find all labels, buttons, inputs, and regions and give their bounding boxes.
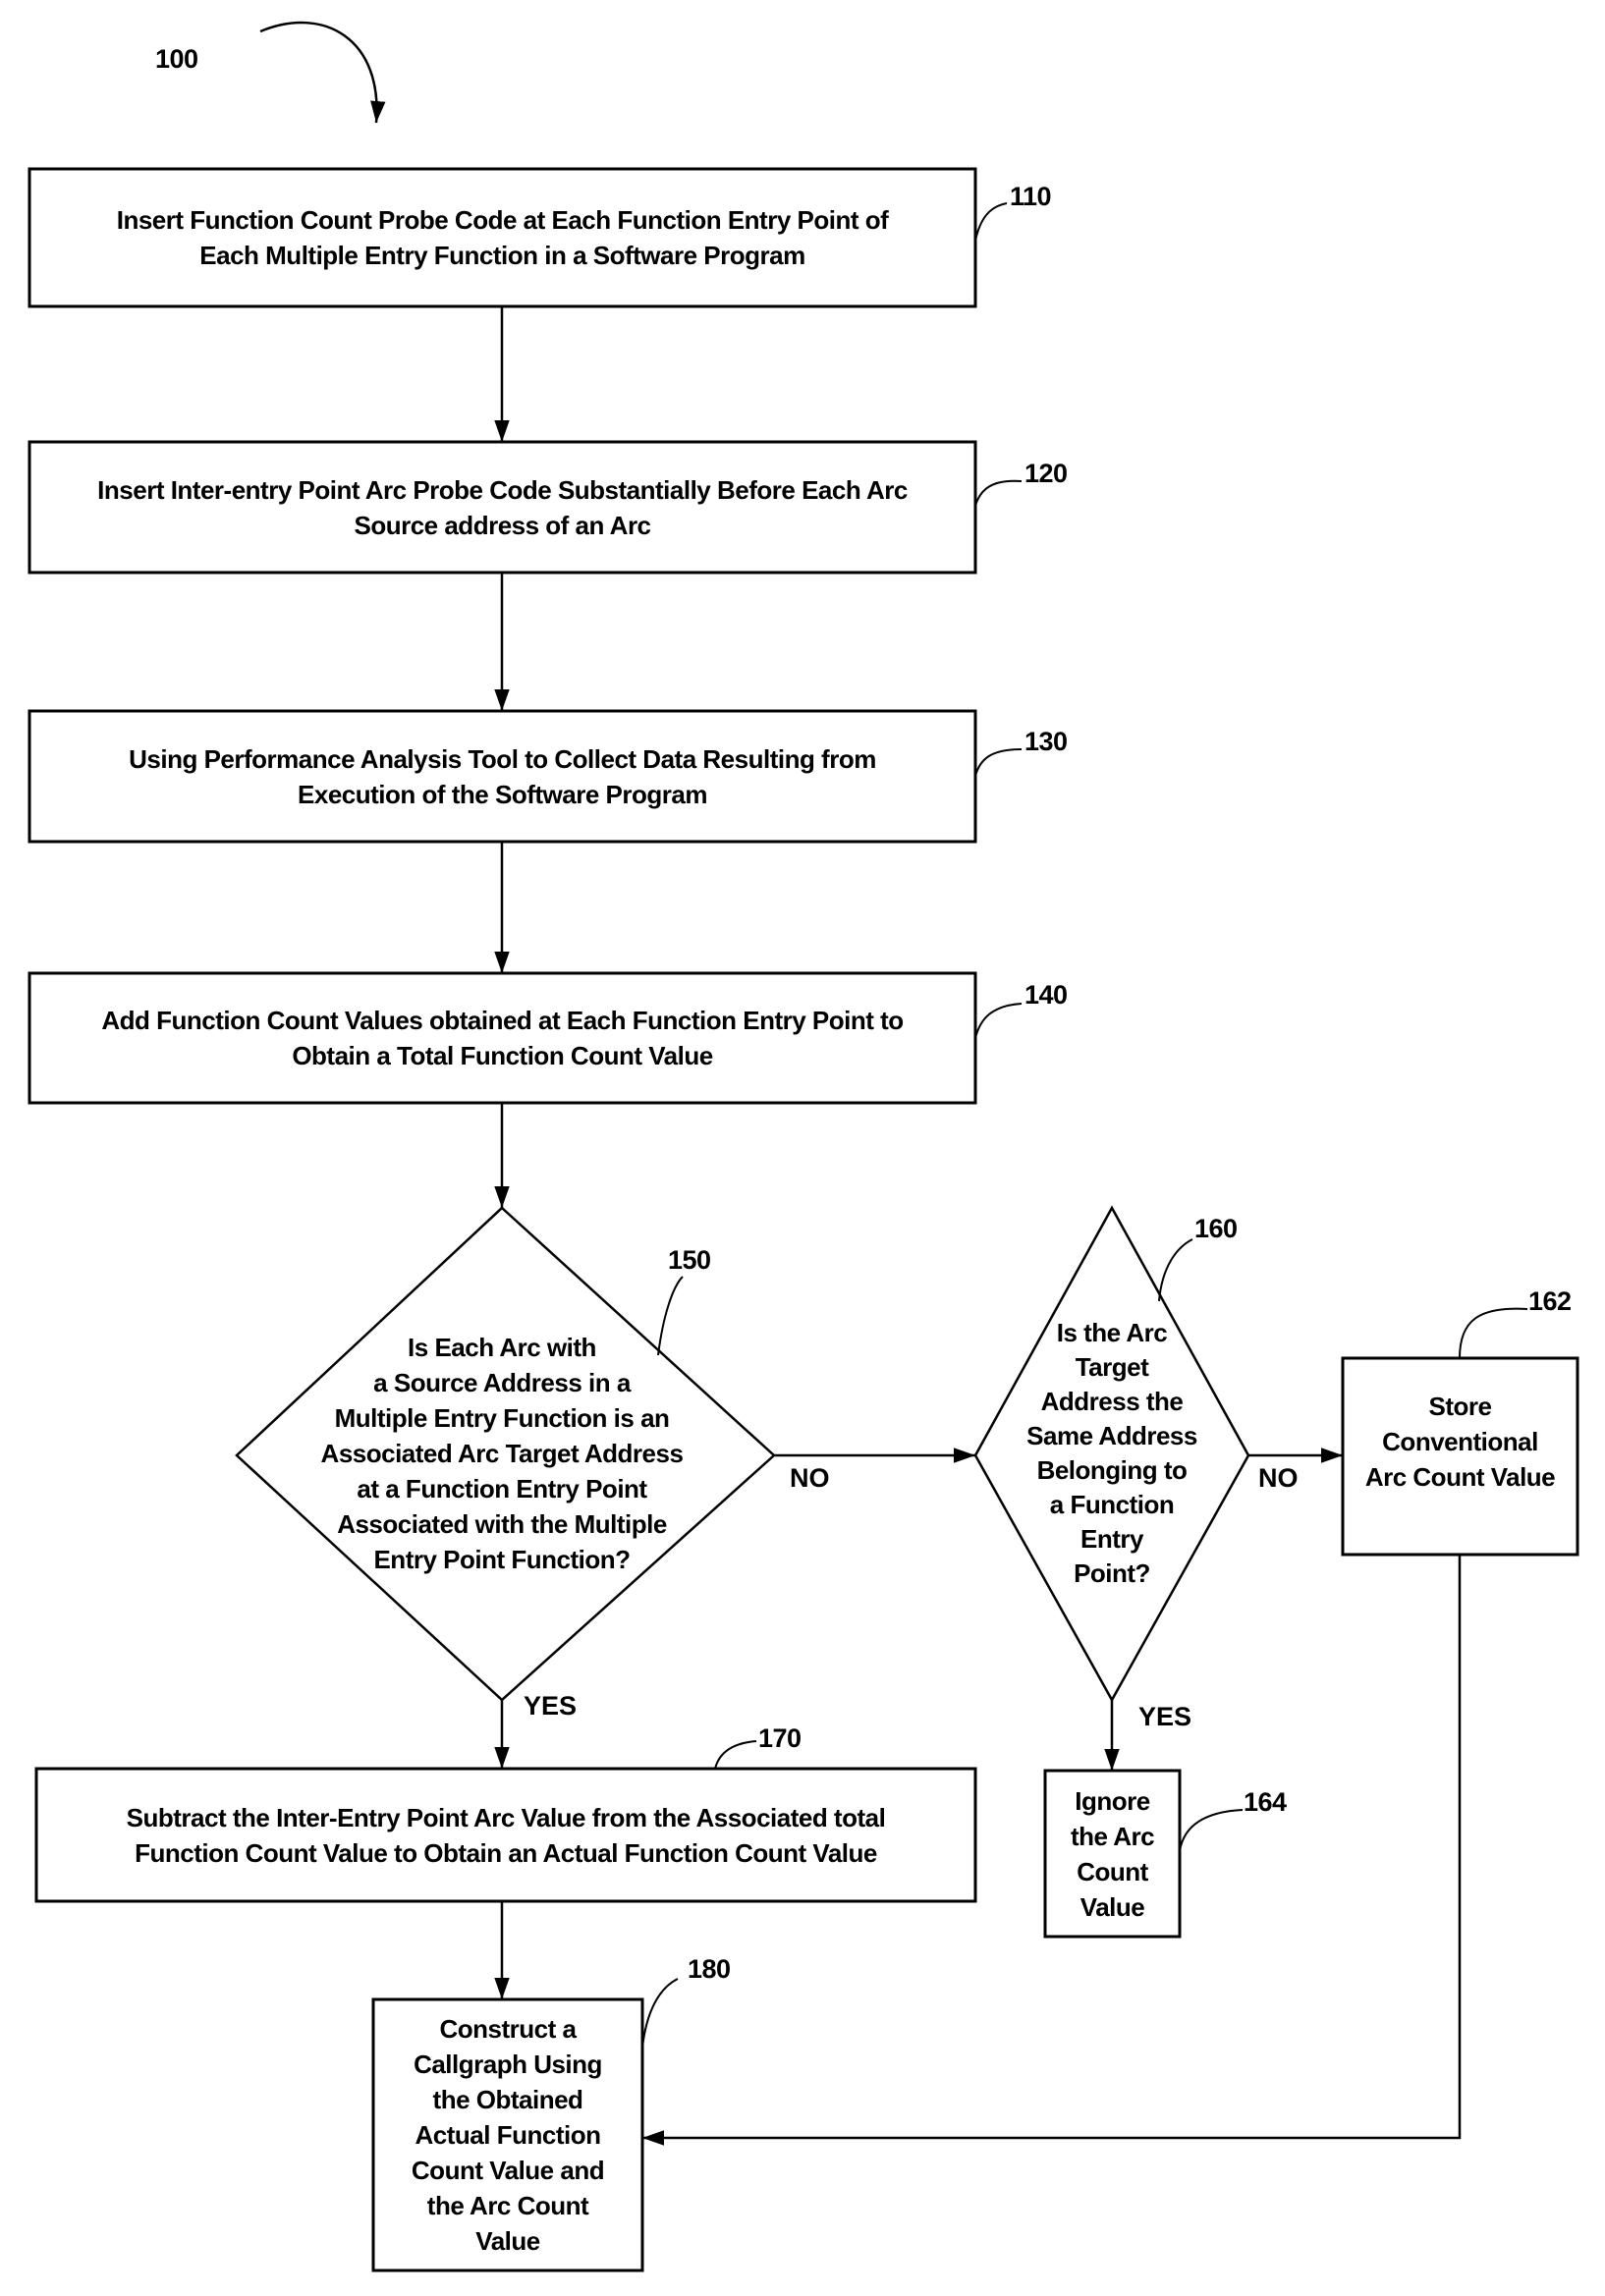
ref-162: 162 [1528, 1286, 1572, 1316]
ref-160: 160 [1194, 1214, 1238, 1243]
ref-150: 150 [668, 1245, 711, 1275]
figure-ref-label: 100 [155, 44, 198, 74]
ref-130: 130 [1024, 727, 1068, 756]
branch-150-no-label: NO [790, 1463, 830, 1493]
leader-164 [1179, 1809, 1244, 1852]
branch-160-no-label: NO [1258, 1463, 1299, 1493]
ref-140: 140 [1024, 980, 1068, 1010]
step-180-text: Construct a Callgraph Using the Obtained… [411, 2014, 605, 2256]
leader-162 [1459, 1307, 1528, 1359]
branch-150-yes-label: YES [524, 1691, 578, 1721]
leader-160 [1158, 1238, 1193, 1302]
ref-120: 120 [1024, 459, 1068, 488]
step-162-text: Store Conventional Arc Count Value [1364, 1392, 1556, 1492]
leader-170 [714, 1740, 757, 1770]
ref-164: 164 [1244, 1787, 1287, 1817]
step-130-text: Using Performance Analysis Tool to Colle… [129, 743, 876, 809]
step-164-text: Ignore the Arc Count Value [1070, 1785, 1155, 1922]
ref-180: 180 [688, 1954, 731, 1984]
branch-160-yes-label: YES [1138, 1702, 1192, 1731]
decision-150-text: Is Each Arc with a Source Address in a M… [320, 1333, 684, 1574]
step-110-text: Insert Function Count Probe Code at Each… [116, 205, 889, 270]
decision-160-text: Is the Arc Target Address the Same Addre… [1026, 1318, 1197, 1588]
step-120-text: Insert Inter-entry Point Arc Probe Code … [97, 474, 908, 540]
ref-110: 110 [1010, 182, 1052, 211]
figure-ref-arrow-100 [259, 21, 386, 124]
leader-110 [974, 202, 1008, 242]
flowchart-canvas [28, 21, 1579, 2272]
step-140-text: Add Function Count Values obtained at Ea… [101, 1006, 904, 1070]
leader-180 [641, 1978, 679, 2049]
step-170-text: Subtract the Inter-Entry Point Arc Value… [126, 1802, 886, 1868]
leader-120 [974, 479, 1023, 507]
ref-170: 170 [758, 1723, 802, 1753]
leader-130 [974, 748, 1023, 777]
leader-140 [974, 1003, 1023, 1039]
